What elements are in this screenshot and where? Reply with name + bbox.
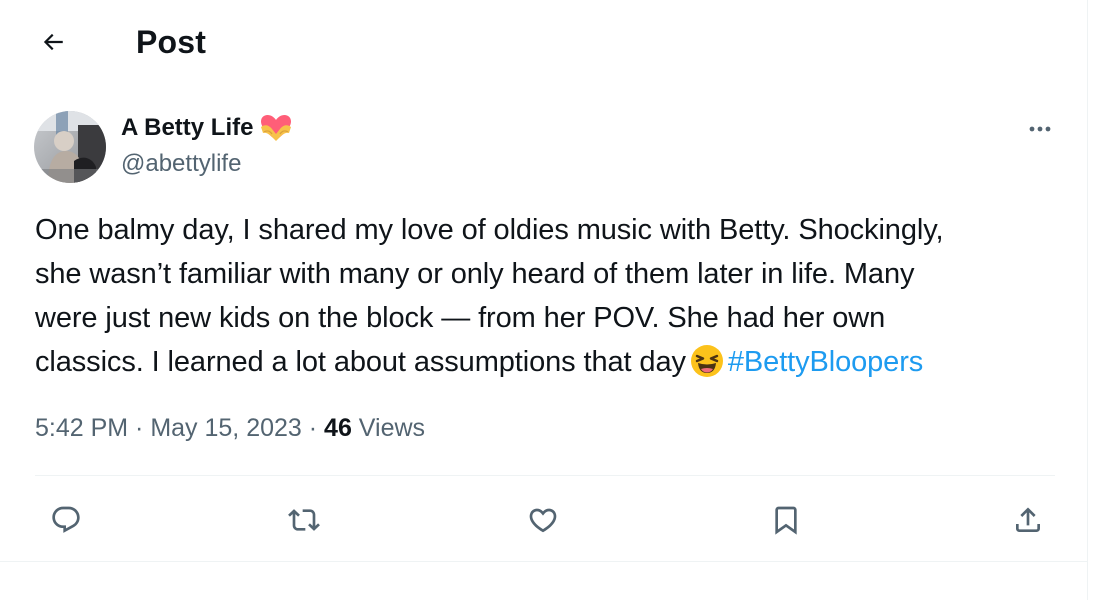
post-date[interactable]: May 15, 2023 [150,414,302,442]
bookmark-button[interactable] [764,498,808,542]
author-name[interactable]: A Betty Life [121,111,253,145]
laughing-face-emoji-icon [690,344,724,378]
avatar-image [34,111,106,183]
meta-separator: · [301,414,325,442]
header-bar: Post [0,0,1088,84]
avatar[interactable] [34,111,106,183]
meta-separator: · [128,414,151,442]
post-meta: 5:42 PM · May 15, 2023 · 46 Views [35,410,425,446]
arrow-left-icon [43,33,63,51]
tweet-line: she wasn’t familiar with many or only he… [35,258,915,290]
post-time[interactable]: 5:42 PM [35,414,128,442]
tweet-line: One balmy day, I shared my love of oldie… [35,214,944,246]
bottom-divider [0,561,1088,562]
share-button[interactable] [1006,498,1050,542]
author-handle[interactable]: @abettylife [121,148,241,180]
reply-button[interactable] [44,498,88,542]
heart-hands-emoji-icon [259,113,293,143]
more-button[interactable] [1020,114,1060,144]
tweet-line-last: classics. I learned a lot about assumpti… [35,340,1045,384]
more-horizontal-icon [1029,126,1051,132]
repost-button[interactable] [282,498,326,542]
hashtag-link[interactable]: #BettyBloopers [728,346,923,378]
back-button[interactable] [33,22,73,62]
tweet-line-text: classics. I learned a lot about assumpti… [35,346,686,378]
divider [35,475,1055,476]
repost-icon [288,509,320,531]
tweet-line: were just new kids on the block — from h… [35,302,886,334]
heart-icon [529,508,557,533]
views-count: 46 [324,414,352,442]
like-button[interactable] [521,498,565,542]
reply-icon [52,506,80,533]
author-name-row: A Betty Life [121,111,293,145]
bookmark-icon [775,506,797,535]
post-page: Post A Betty Life @abettylife One balmy … [0,0,1088,600]
page-title: Post [136,24,207,60]
share-icon [1016,507,1040,532]
tweet-text: One balmy day, I shared my love of oldie… [35,208,1045,384]
views-label: Views [351,414,426,442]
